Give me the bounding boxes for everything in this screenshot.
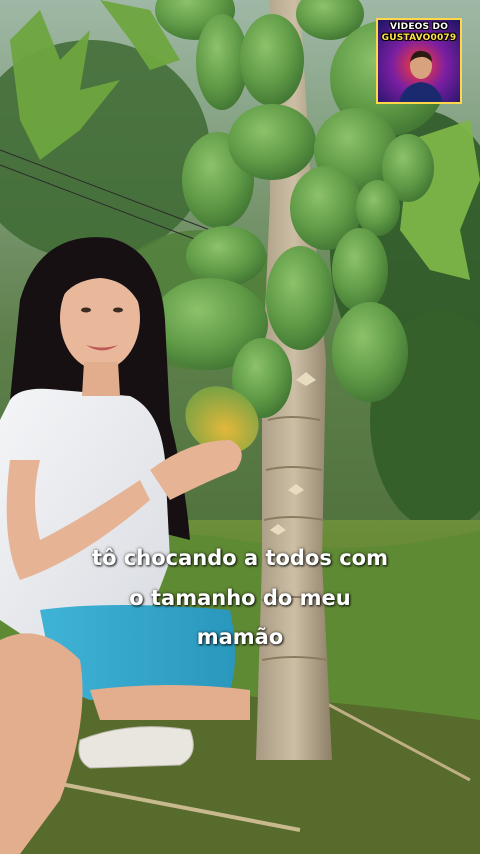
badge-title-line1: VIDEOS DO (389, 22, 449, 32)
channel-logo-badge: VIDEOS DO GUSTAVO0079 (376, 18, 462, 104)
badge-title-line2: GUSTAVO0079 (381, 33, 457, 43)
caption-line-2: o tamanho do meu (129, 586, 351, 610)
channel-avatar (398, 50, 444, 102)
caption-line-1: tô chocando a todos com (92, 546, 388, 570)
caption-line-3: mamão (196, 625, 284, 649)
photo-scene (0, 0, 480, 854)
